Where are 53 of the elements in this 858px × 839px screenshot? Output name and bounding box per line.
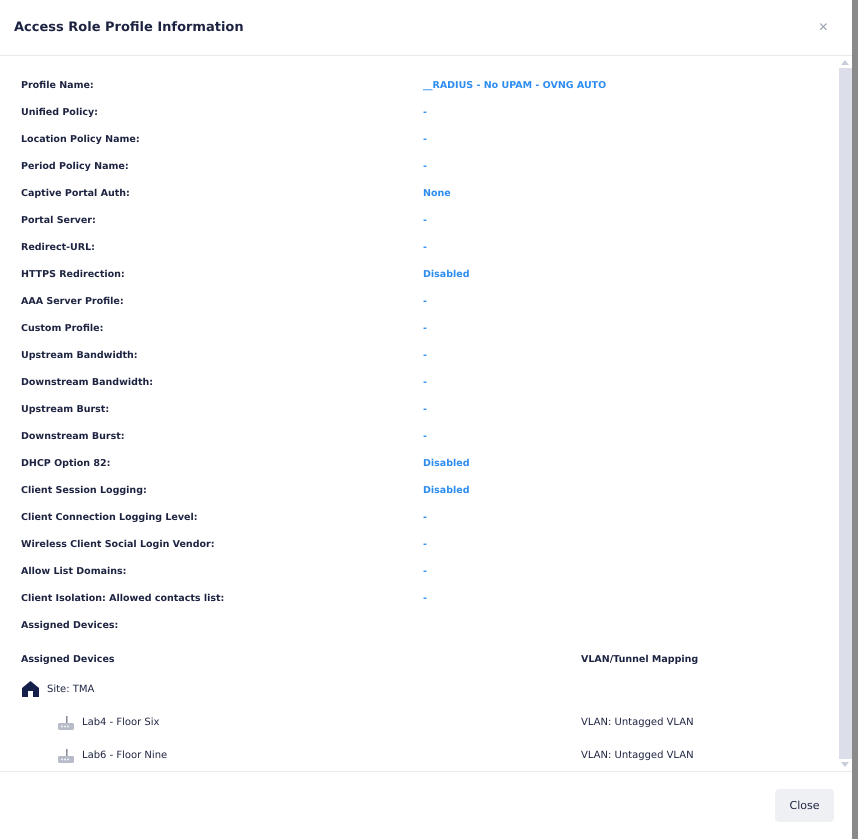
field-value: - xyxy=(423,134,427,145)
field-value: - xyxy=(423,593,427,604)
field-value: - xyxy=(423,377,427,388)
field-label: Profile Name: xyxy=(21,80,95,91)
close-button[interactable]: Close xyxy=(775,789,834,822)
field-value: Disabled xyxy=(423,458,470,469)
field-label: Portal Server: xyxy=(21,215,97,226)
home-icon xyxy=(22,681,39,697)
field-label: Captive Portal Auth: xyxy=(21,188,131,199)
vlan-mapping: VLAN: Untagged VLAN xyxy=(581,750,694,761)
column-header: VLAN/Tunnel Mapping xyxy=(581,654,698,664)
access-point-icon xyxy=(58,716,74,730)
field-label: Downstream Bandwidth: xyxy=(21,377,154,388)
field-label: Downstream Burst: xyxy=(21,431,126,442)
field-value: - xyxy=(423,296,427,307)
dialog-title: Access Role Profile Information xyxy=(14,20,244,35)
field-value: - xyxy=(423,431,427,442)
field-label: Unified Policy: xyxy=(21,107,99,118)
field-value: - xyxy=(423,512,427,523)
field-label: Client Connection Logging Level: xyxy=(21,512,199,523)
access-point-icon xyxy=(58,748,74,762)
field-value: - xyxy=(423,404,427,415)
field-value: - xyxy=(423,107,427,118)
field-value: - xyxy=(423,323,427,334)
field-label: Client Session Logging: xyxy=(21,485,148,496)
field-value: - xyxy=(423,566,427,577)
device-name: Lab6 - Floor Nine xyxy=(82,750,168,761)
field-label: AAA Server Profile: xyxy=(21,296,125,307)
field-value: Disabled xyxy=(423,269,470,280)
field-label: HTTPS Redirection: xyxy=(21,269,126,280)
vlan-mapping: VLAN: Untagged VLAN xyxy=(581,717,694,728)
field-value: - xyxy=(423,161,427,172)
field-label: Assigned Devices: xyxy=(21,620,120,631)
field-label: Custom Profile: xyxy=(21,323,104,334)
field-value: - xyxy=(423,215,427,226)
field-value: - xyxy=(423,539,427,550)
field-label: Redirect-URL: xyxy=(21,242,96,253)
device-name: Lab4 - Floor Six xyxy=(82,717,160,728)
field-value: Disabled xyxy=(423,485,470,496)
field-value: None xyxy=(423,188,451,199)
field-value: - xyxy=(423,242,427,253)
field-value: - xyxy=(423,350,427,361)
field-label: Wireless Client Social Login Vendor: xyxy=(21,539,216,550)
field-label: Location Policy Name: xyxy=(21,134,141,145)
field-label: Period Policy Name: xyxy=(21,161,130,172)
field-label: DHCP Option 82: xyxy=(21,458,112,469)
field-label: Client Isolation: Allowed contacts list: xyxy=(21,593,226,604)
site-name: Site: TMA xyxy=(47,684,94,694)
field-label: Allow List Domains: xyxy=(21,566,128,577)
field-label: Upstream Bandwidth: xyxy=(21,350,139,361)
field-label: Upstream Burst: xyxy=(21,404,110,415)
field-value: __RADIUS - No UPAM - OVNG AUTO xyxy=(423,80,606,91)
column-header: Assigned Devices xyxy=(21,654,116,664)
